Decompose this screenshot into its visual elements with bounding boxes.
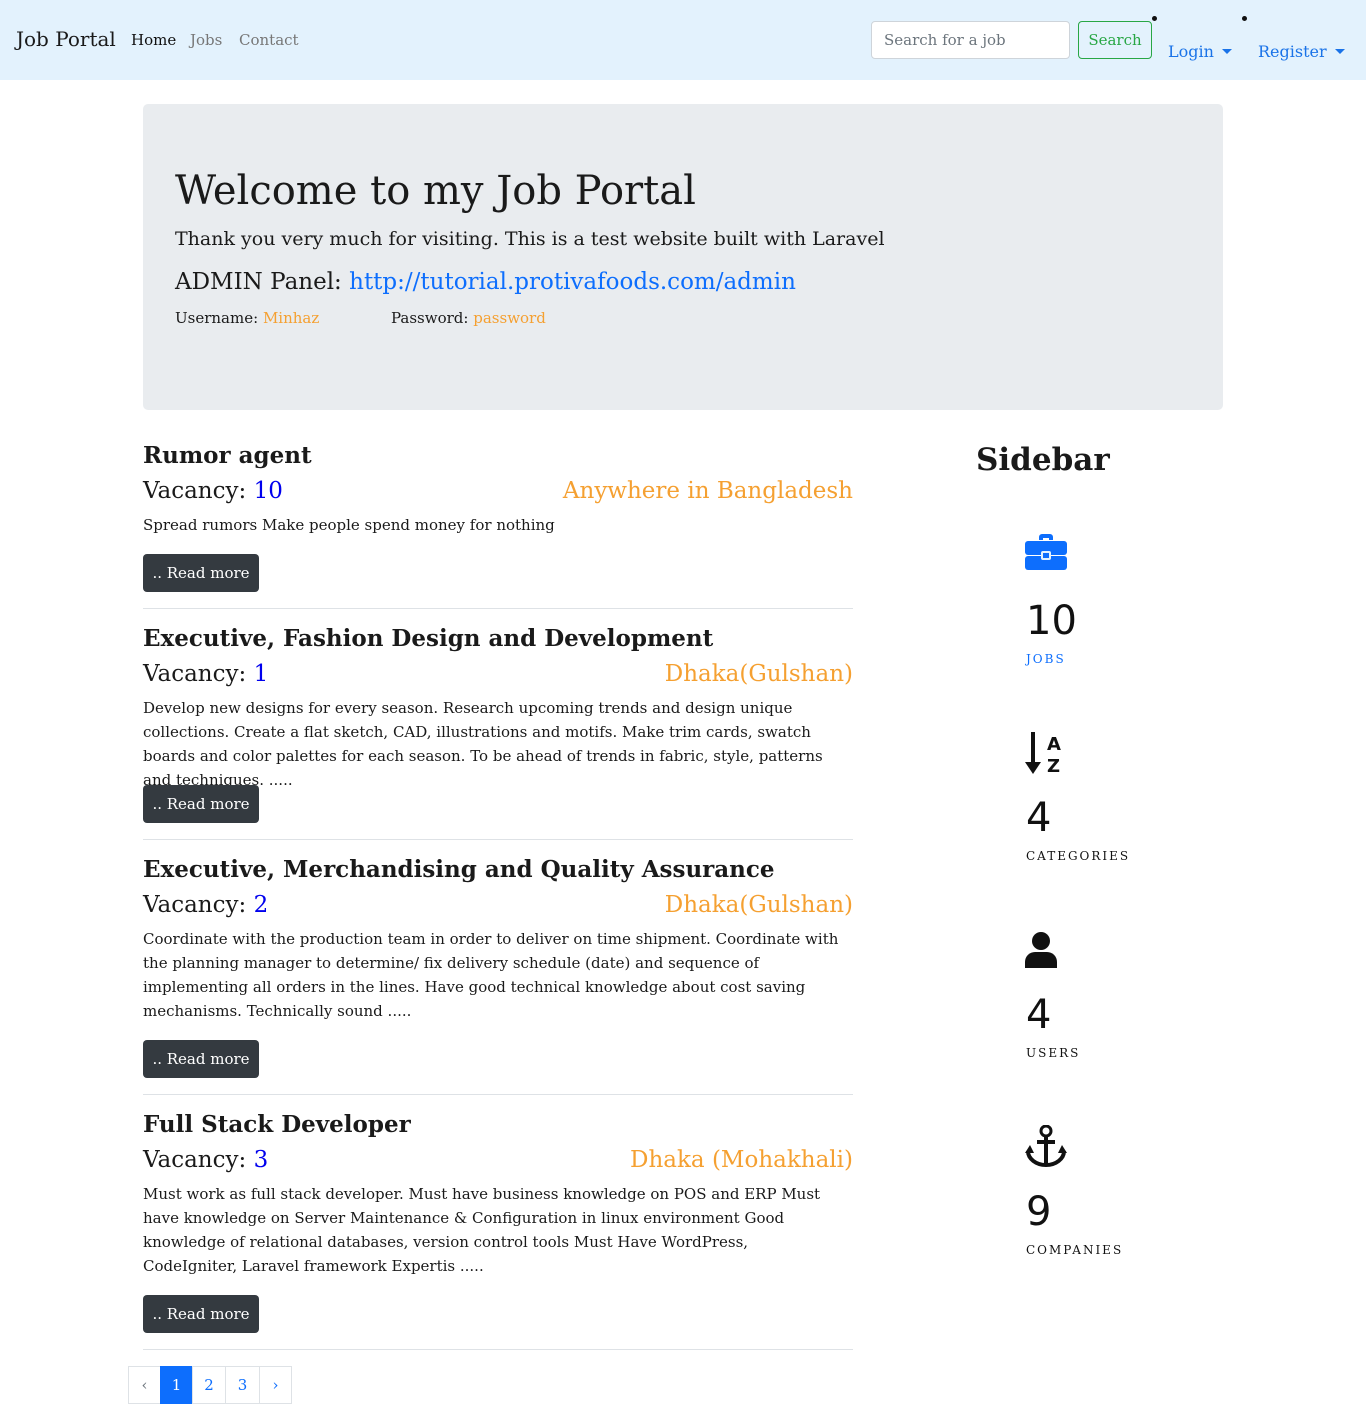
- login-label: Login: [1168, 42, 1214, 61]
- job-listing: Executive, Merchandising and Quality Ass…: [143, 854, 853, 1094]
- read-more-button[interactable]: .. Read more: [143, 1295, 259, 1333]
- password-value: password: [473, 309, 546, 327]
- job-vacancy: Vacancy: 1: [143, 661, 269, 687]
- svg-text:Z: Z: [1047, 756, 1060, 776]
- divider: [143, 839, 853, 840]
- welcome-jumbotron: Welcome to my Job Portal Thank you very …: [143, 104, 1223, 410]
- pagination-page-2[interactable]: 2: [192, 1366, 226, 1404]
- job-vacancy: Vacancy: 2: [143, 892, 269, 918]
- job-title[interactable]: Full Stack Developer: [143, 1111, 411, 1138]
- nav-link-jobs[interactable]: Jobs: [190, 31, 222, 49]
- job-location: Dhaka(Gulshan): [664, 661, 853, 687]
- vacancy-count: 10: [253, 478, 283, 504]
- vacancy-count: 3: [253, 1147, 269, 1173]
- divider: [143, 608, 853, 609]
- jobs-label: JOBS: [1026, 652, 1066, 666]
- job-location: Dhaka (Mohakhali): [630, 1147, 853, 1173]
- username-line: Username: Minhaz: [175, 309, 319, 327]
- nav-link-home[interactable]: Home: [131, 31, 176, 49]
- search-button[interactable]: Search: [1078, 21, 1152, 59]
- username-value: Minhaz: [262, 309, 320, 327]
- job-listing: Full Stack Developer Vacancy: 3 Dhaka (M…: [143, 1109, 853, 1349]
- username-label: Username:: [175, 309, 259, 327]
- job-listing: Rumor agent Vacancy: 10 Anywhere in Bang…: [143, 440, 853, 600]
- nav-link-contact[interactable]: Contact: [239, 31, 299, 49]
- job-vacancy: Vacancy: 10: [143, 478, 283, 504]
- svg-text:A: A: [1047, 734, 1061, 755]
- caret-down-icon: [1221, 48, 1232, 54]
- job-description: Spread rumors Make people spend money fo…: [143, 516, 555, 534]
- login-dropdown[interactable]: Login: [1168, 42, 1232, 61]
- admin-url-link[interactable]: http://tutorial.protivafoods.com/admin: [349, 269, 796, 295]
- read-more-button[interactable]: .. Read more: [143, 785, 259, 823]
- divider: [143, 1349, 853, 1350]
- job-description: Must work as full stack developer. Must …: [143, 1185, 821, 1275]
- vacancy-count: 2: [253, 892, 269, 918]
- pagination: ‹ 1 2 3 ›: [128, 1366, 292, 1404]
- job-description: Coordinate with the production team in o…: [143, 930, 839, 1020]
- navbar: Job Portal Home Jobs Contact Search Logi…: [0, 0, 1366, 80]
- lead-text: Thank you very much for visiting. This i…: [175, 228, 885, 250]
- pagination-page-1[interactable]: 1: [160, 1366, 193, 1404]
- users-count: 4: [1026, 992, 1052, 1038]
- password-label: Password:: [391, 309, 469, 327]
- job-title[interactable]: Executive, Merchandising and Quality Ass…: [143, 856, 775, 883]
- users-label: USERS: [1026, 1046, 1081, 1060]
- register-label: Register: [1258, 42, 1327, 61]
- job-title[interactable]: Rumor agent: [143, 442, 312, 469]
- pagination-prev[interactable]: ‹: [128, 1366, 161, 1404]
- categories-label: CATEGORIES: [1026, 849, 1131, 863]
- job-location: Anywhere in Bangladesh: [562, 478, 853, 504]
- categories-count: 4: [1026, 795, 1052, 841]
- job-listing: Executive, Fashion Design and Developmen…: [143, 623, 853, 833]
- read-more-button[interactable]: .. Read more: [143, 554, 259, 592]
- admin-label: ADMIN Panel:: [175, 269, 342, 295]
- user-icon: [1025, 932, 1057, 972]
- caret-down-icon: [1334, 48, 1345, 54]
- admin-panel-line: ADMIN Panel: http://tutorial.protivafood…: [175, 269, 796, 295]
- pagination-page-3[interactable]: 3: [225, 1366, 260, 1404]
- sort-alpha-down-icon: A Z: [1025, 730, 1065, 780]
- job-title[interactable]: Executive, Fashion Design and Developmen…: [143, 625, 713, 652]
- companies-count: 9: [1026, 1189, 1052, 1235]
- pagination-next[interactable]: ›: [259, 1366, 292, 1404]
- read-more-button[interactable]: .. Read more: [143, 1040, 259, 1078]
- briefcase-icon: [1025, 534, 1067, 576]
- job-vacancy: Vacancy: 3: [143, 1147, 269, 1173]
- jobs-count: 10: [1026, 598, 1077, 644]
- job-description: Develop new designs for every season. Re…: [143, 699, 823, 789]
- brand-link[interactable]: Job Portal: [16, 27, 116, 51]
- password-line: Password: password: [391, 309, 546, 327]
- companies-label: COMPANIES: [1026, 1243, 1124, 1257]
- sidebar-title: Sidebar: [976, 442, 1110, 478]
- anchor-icon: [1025, 1124, 1067, 1171]
- list-bullet: [1152, 16, 1157, 21]
- search-input[interactable]: [871, 21, 1070, 59]
- page-title: Welcome to my Job Portal: [175, 168, 696, 214]
- job-location: Dhaka(Gulshan): [664, 892, 853, 918]
- register-dropdown[interactable]: Register: [1258, 42, 1345, 61]
- list-bullet: [1242, 16, 1247, 21]
- divider: [143, 1094, 853, 1095]
- vacancy-count: 1: [253, 661, 269, 687]
